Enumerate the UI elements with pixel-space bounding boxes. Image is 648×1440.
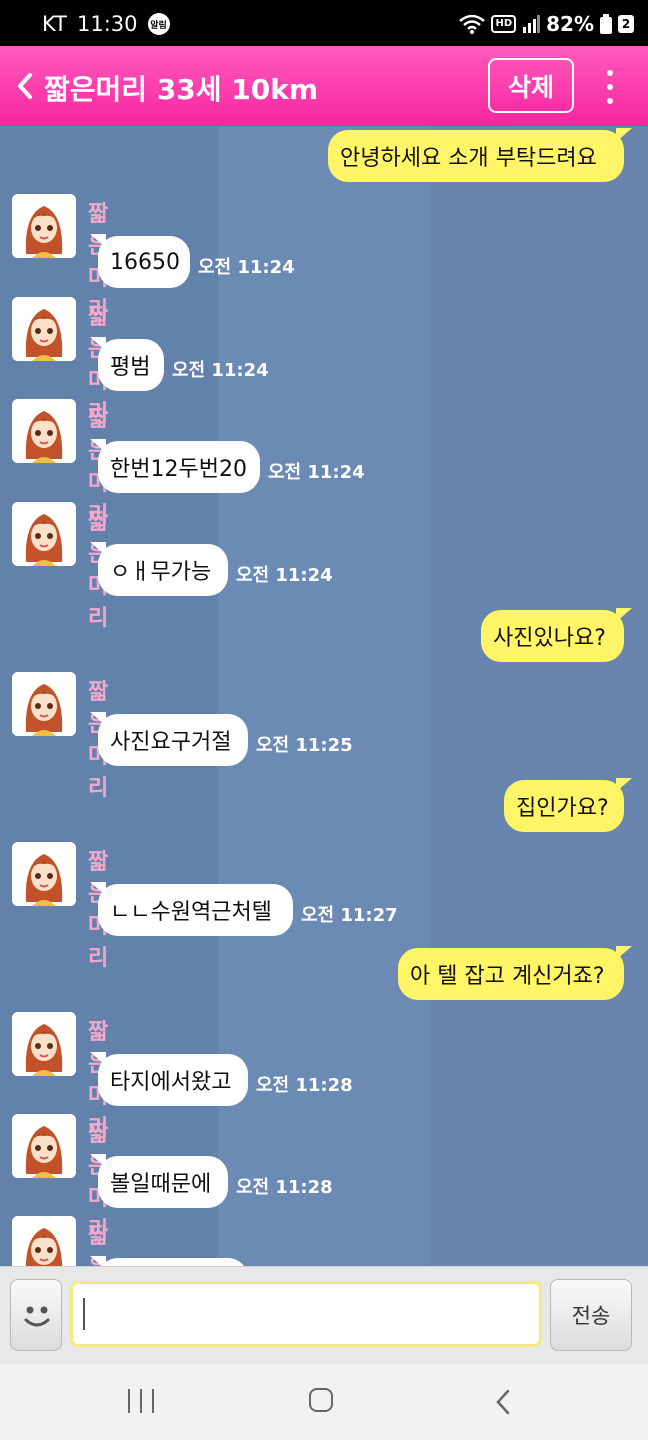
status-left: KT 11:30 알림 <box>42 12 170 36</box>
message-bubble[interactable]: 집인가요? <box>504 778 632 832</box>
hd-icon: HD <box>491 15 517 33</box>
home-icon[interactable] <box>309 1388 333 1412</box>
message-time: 오전 11:24 <box>198 257 295 278</box>
message-bubble[interactable]: ㄴㄴ수원역근처텔 <box>90 882 293 936</box>
message-input[interactable] <box>70 1281 542 1347</box>
message-time: 오전 11:28 <box>256 1075 353 1096</box>
avatar[interactable] <box>12 1012 76 1076</box>
send-button[interactable]: 전송 <box>550 1279 632 1351</box>
emoji-button[interactable] <box>10 1279 62 1351</box>
clock: 11:30 <box>76 12 138 36</box>
avatar[interactable] <box>12 194 76 258</box>
signal-icon <box>523 15 541 33</box>
message-bubble[interactable]: 아 텔 잡고 계신거죠? <box>398 946 632 1000</box>
carrier-label: KT <box>42 12 67 36</box>
wifi-icon <box>459 14 486 34</box>
avatar[interactable] <box>12 672 76 736</box>
message-bubble[interactable]: 평범 <box>90 337 164 391</box>
avatar[interactable] <box>12 1114 76 1178</box>
chat-header: 짧은머리 33세 10km 삭제 <box>0 46 648 126</box>
message-time: 오전 11:24 <box>236 565 333 586</box>
message-bubble[interactable]: 안녕하세요 소개 부탁드려요 <box>328 128 632 182</box>
smiley-icon <box>24 1306 50 1327</box>
message-time: 오전 11:25 <box>256 735 353 756</box>
message-time: 오전 11:24 <box>268 462 365 483</box>
message-bubble[interactable]: 한번12두번20 <box>90 439 260 493</box>
nav-back-icon[interactable] <box>494 1388 512 1416</box>
recent-apps-icon[interactable] <box>128 1389 154 1413</box>
message-bubble[interactable]: 볼일때문에 <box>90 1154 228 1208</box>
message-time: 오전 11:24 <box>172 360 269 381</box>
message-bubble[interactable]: 타지에서왔고 <box>90 1052 248 1106</box>
message-bubble[interactable]: 사진있나요? <box>481 608 632 662</box>
message-bubble[interactable]: 사진요구거절 <box>90 712 248 766</box>
message-bubble[interactable]: 16650 <box>90 234 190 288</box>
sim-indicator-icon: 2 <box>618 15 634 33</box>
message-time: 오전 11:27 <box>301 905 398 926</box>
avatar[interactable] <box>12 297 76 361</box>
avatar[interactable] <box>12 1216 76 1266</box>
text-caret <box>83 1298 85 1330</box>
avatar[interactable] <box>12 502 76 566</box>
system-nav-bar <box>0 1364 648 1440</box>
battery-percent: 82% <box>546 12 594 36</box>
avatar[interactable] <box>12 842 76 906</box>
message-bubble[interactable]: ㅇㅐ무가능 <box>90 542 228 596</box>
chat-area[interactable]: 안녕하세요 소개 부탁드려요오전 11:24짧은머리16650오전 11:24짧… <box>0 126 648 1266</box>
chat-title: 짧은머리 33세 10km <box>44 73 319 106</box>
status-right: HD 82% 2 <box>459 12 634 36</box>
avatar[interactable] <box>12 399 76 463</box>
delete-button[interactable]: 삭제 <box>488 58 574 113</box>
status-bar: KT 11:30 알림 HD 82% 2 <box>0 0 648 46</box>
back-arrow-icon[interactable] <box>14 72 36 100</box>
notification-badge-icon: 알림 <box>147 13 170 35</box>
battery-icon <box>600 14 612 34</box>
input-bar: 전송 <box>0 1266 648 1364</box>
more-options-icon[interactable] <box>604 70 616 104</box>
message-time: 오전 11:28 <box>236 1177 333 1198</box>
message-bubble[interactable] <box>90 1256 248 1266</box>
